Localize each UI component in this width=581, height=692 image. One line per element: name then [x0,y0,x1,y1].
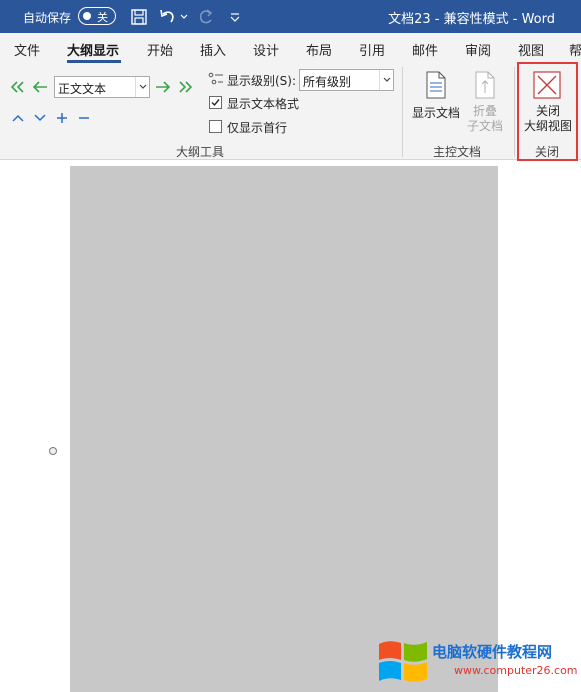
group-divider [402,67,403,157]
collapse-subdocuments-icon[interactable] [473,70,497,100]
document-canvas[interactable] [0,161,581,692]
document-title: 文档23 - 兼容性模式 - Word [388,12,555,27]
autosave-toggle[interactable]: 关 [78,7,116,25]
undo-icon[interactable] [157,6,179,28]
undo-dropdown-icon[interactable] [178,6,190,28]
autosave-label: 自动保存 [23,11,72,25]
show-first-line-only-label[interactable]: 仅显示首行 [227,119,287,136]
tab-file[interactable]: 文件 [14,40,40,59]
tab-layout[interactable]: 布局 [306,40,332,59]
customize-quick-access-icon[interactable] [224,6,246,28]
windows-logo-icon [377,638,429,686]
master-document-group-label: 主控文档 [433,145,482,159]
move-down-icon[interactable] [33,111,47,125]
show-document-button[interactable]: 显示文档 [412,104,460,121]
collapse-icon[interactable] [77,111,91,125]
toggle-knob [83,11,91,20]
tab-mailings[interactable]: 邮件 [412,40,438,59]
move-up-icon[interactable] [11,111,25,125]
demote-to-body-text-icon[interactable] [176,79,194,95]
watermark-url: www.computer26.com [454,664,578,677]
tab-help[interactable]: 帮 [569,40,581,59]
redo-icon[interactable] [195,6,217,28]
tab-view[interactable]: 视图 [518,40,544,59]
outline-level-select[interactable]: 正文文本 [54,76,150,98]
collapse-subdocuments-label-2: 子文档 [466,119,503,133]
outline-tools-group-label: 大纲工具 [176,145,225,159]
watermark-site-name: 电脑软硬件教程网 [432,643,553,661]
chevron-down-icon[interactable] [135,77,149,97]
autosave-state: 关 [97,11,108,24]
demote-icon[interactable] [154,79,172,95]
ribbon-tabs: 文件 大纲显示 开始 插入 设计 布局 引用 邮件 审阅 视图 帮 [0,33,581,63]
watermark: 电脑软硬件教程网 www.computer26.com [374,632,581,692]
checkmark-icon [211,99,220,107]
show-text-formatting-label[interactable]: 显示文本格式 [227,95,299,112]
document-page[interactable] [70,166,498,692]
outline-bullet-icon[interactable] [49,447,57,455]
tab-references[interactable]: 引用 [359,40,385,59]
ribbon: 正文文本 显示级别(S): 所有级别 显示文本格式 仅显示首行 大纲工具 显示文… [0,63,581,160]
show-level-label: 显示级别(S): [227,74,297,88]
expand-icon[interactable] [55,111,69,125]
collapse-subdocuments-label-1: 折叠 [472,104,497,118]
close-button-highlight [517,62,578,161]
show-document-icon[interactable] [424,70,448,100]
collapse-subdocuments-button[interactable]: 折叠 子文档 [462,104,508,134]
promote-to-heading1-icon[interactable] [9,79,27,95]
show-level-value: 所有级别 [303,75,352,89]
outline-level-value: 正文文本 [58,82,107,96]
tab-design[interactable]: 设计 [253,40,279,59]
show-first-line-only-checkbox[interactable] [209,120,222,133]
title-bar: 自动保存 关 文档23 - 兼容性模式 - Word [0,0,581,33]
group-divider [514,67,515,157]
save-icon[interactable] [128,6,150,28]
tab-home[interactable]: 开始 [147,40,173,59]
tab-outlining[interactable]: 大纲显示 [67,40,119,59]
show-level-select[interactable]: 所有级别 [299,69,394,91]
tab-review[interactable]: 审阅 [465,40,491,59]
promote-icon[interactable] [31,79,49,95]
show-level-icon [208,71,224,87]
chevron-down-icon[interactable] [379,70,393,90]
tab-insert[interactable]: 插入 [200,40,226,59]
show-text-formatting-checkbox[interactable] [209,96,222,109]
